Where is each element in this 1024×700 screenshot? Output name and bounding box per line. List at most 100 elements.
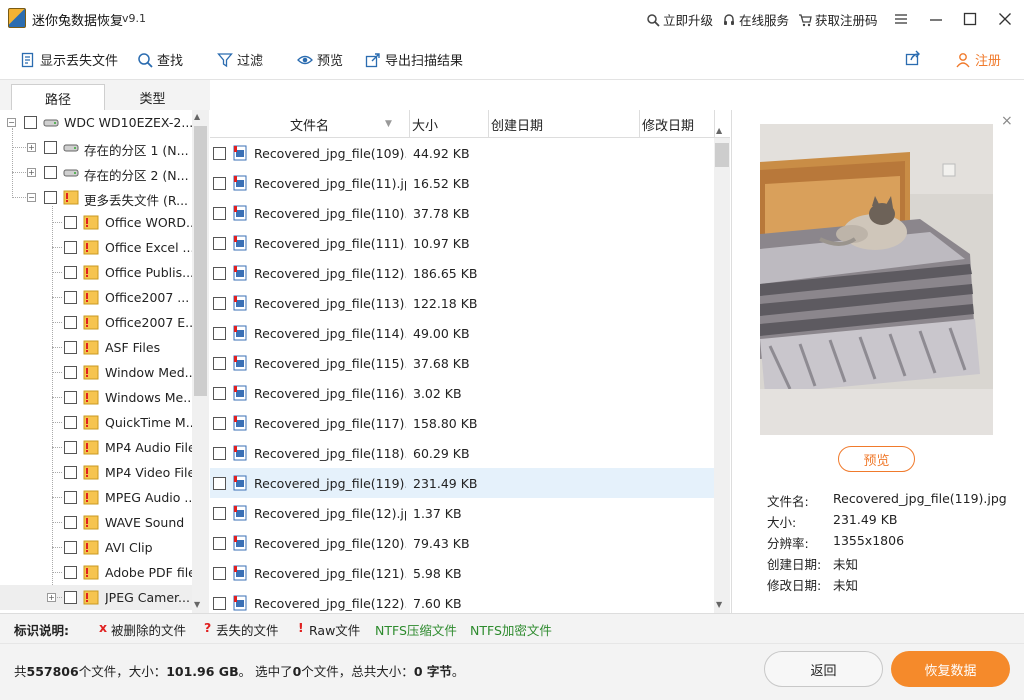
preview-button[interactable]: 预览 [838, 446, 915, 472]
file-row[interactable]: Recovered_jpg_file(111).jpg 10.97 KB [210, 228, 714, 258]
recover-data-button[interactable]: 恢复数据 [891, 651, 1010, 687]
file-checkbox[interactable] [213, 357, 226, 370]
tree-checkbox[interactable] [64, 241, 77, 254]
file-row[interactable]: Recovered_jpg_file(116).j... 3.02 KB [210, 378, 714, 408]
file-checkbox[interactable] [213, 147, 226, 160]
tree-checkbox[interactable] [64, 416, 77, 429]
file-row[interactable]: Recovered_jpg_file(118).j... 60.29 KB [210, 438, 714, 468]
tree-item-file-type[interactable]: MP4 Video File [0, 460, 192, 485]
tree-item-file-type[interactable]: Window Med... [0, 360, 192, 385]
column-header-size[interactable]: 大小 [410, 110, 489, 138]
tree-checkbox[interactable] [64, 491, 77, 504]
tree-checkbox[interactable] [64, 291, 77, 304]
tree-checkbox[interactable] [64, 566, 77, 579]
tree-checkbox[interactable] [44, 166, 57, 179]
tree-checkbox[interactable] [64, 516, 77, 529]
file-checkbox[interactable] [213, 387, 226, 400]
close-button[interactable] [992, 6, 1018, 32]
tree-checkbox[interactable] [44, 191, 57, 204]
tree-checkbox[interactable] [64, 541, 77, 554]
tree-item-file-type[interactable]: + JPEG Camer... [0, 585, 192, 610]
tree-item-more-lost-files[interactable]: − 更多丢失文件 (R... [0, 185, 192, 210]
file-row[interactable]: Recovered_jpg_file(120).... 79.43 KB [210, 528, 714, 558]
file-row[interactable]: Recovered_jpg_file(119).j... 231.49 KB [210, 468, 714, 498]
file-checkbox[interactable] [213, 177, 226, 190]
tree-item-file-type[interactable]: Office2007 E... [0, 310, 192, 335]
file-row[interactable]: Recovered_jpg_file(113).j... 122.18 KB [210, 288, 714, 318]
file-row[interactable]: Recovered_jpg_file(121).... 5.98 KB [210, 558, 714, 588]
file-row[interactable]: Recovered_jpg_file(115).j... 37.68 KB [210, 348, 714, 378]
minimize-button[interactable] [923, 6, 949, 32]
tree-checkbox[interactable] [64, 441, 77, 454]
tab-type[interactable]: 类型 [105, 84, 200, 111]
file-checkbox[interactable] [213, 237, 226, 250]
tree-item-root[interactable]: − WDC WD10EZEX-2... [0, 110, 192, 135]
file-checkbox[interactable] [213, 447, 226, 460]
tree-checkbox[interactable] [24, 116, 37, 129]
expand-icon[interactable]: + [47, 593, 56, 602]
maximize-button[interactable] [957, 6, 983, 32]
file-checkbox[interactable] [213, 477, 226, 490]
tree-item-file-type[interactable]: Office Excel ... [0, 235, 192, 260]
tree-item-file-type[interactable]: Office WORD... [0, 210, 192, 235]
tree-scroll-thumb[interactable] [194, 126, 207, 396]
tree-item-file-type[interactable]: Office Publis... [0, 260, 192, 285]
list-scrollbar[interactable] [714, 138, 730, 613]
tree-item-file-type[interactable]: ASF Files [0, 335, 192, 360]
tree-item-file-type[interactable]: MPEG Audio ... [0, 485, 192, 510]
tree-item-file-type[interactable]: Adobe PDF file [0, 560, 192, 585]
file-checkbox[interactable] [213, 297, 226, 310]
file-checkbox[interactable] [213, 327, 226, 340]
tree-item-file-type[interactable]: AVI Clip [0, 535, 192, 560]
column-header-created[interactable]: 创建日期 [489, 110, 640, 138]
tree-item-file-type[interactable]: MP4 Audio File [0, 435, 192, 460]
preview-toolbar-button[interactable]: 预览 [297, 50, 343, 69]
file-row[interactable]: Recovered_jpg_file(109).... 44.92 KB [210, 138, 714, 168]
menu-button[interactable] [888, 6, 914, 32]
tree-checkbox[interactable] [64, 341, 77, 354]
scroll-up-arrow-icon[interactable]: ▲ [194, 112, 200, 121]
file-row[interactable]: Recovered_jpg_file(110).j... 37.78 KB [210, 198, 714, 228]
file-row[interactable]: Recovered_jpg_file(114).j... 49.00 KB [210, 318, 714, 348]
share-button[interactable] [905, 50, 921, 66]
back-button[interactable]: 返回 [764, 651, 883, 687]
close-preview-icon[interactable]: × [1001, 113, 1013, 129]
tree-item-file-type[interactable]: Windows Me... [0, 385, 192, 410]
scroll-down-arrow-icon[interactable]: ▼ [194, 600, 200, 609]
file-row[interactable]: Recovered_jpg_file(112).j... 186.65 KB [210, 258, 714, 288]
tree-checkbox[interactable] [64, 366, 77, 379]
file-checkbox[interactable] [213, 537, 226, 550]
tree-item-file-type[interactable]: QuickTime M... [0, 410, 192, 435]
file-row[interactable]: Recovered_jpg_file(117).j... 158.80 KB [210, 408, 714, 438]
file-checkbox[interactable] [213, 267, 226, 280]
tab-path[interactable]: 路径 [11, 84, 105, 111]
tree-item-file-type[interactable]: WAVE Sound [0, 510, 192, 535]
file-row[interactable]: Recovered_jpg_file(122).... 7.60 KB [210, 588, 714, 613]
tree-checkbox[interactable] [64, 466, 77, 479]
get-regcode-link[interactable]: 获取注册码 [798, 10, 878, 29]
scroll-down-arrow-icon[interactable]: ▼ [716, 600, 722, 609]
tree-checkbox[interactable] [64, 316, 77, 329]
file-row[interactable]: Recovered_jpg_file(11).jpg 16.52 KB [210, 168, 714, 198]
tree-item-partition-1[interactable]: + 存在的分区 1 (N... [0, 135, 192, 160]
expand-icon[interactable]: + [27, 143, 36, 152]
tree-item-file-type[interactable]: Office2007 ... [0, 285, 192, 310]
column-header-name[interactable]: 文件名 ▼ [210, 110, 410, 138]
expand-icon[interactable]: + [27, 168, 36, 177]
collapse-icon[interactable]: − [7, 118, 16, 127]
show-lost-files-button[interactable]: 显示丢失文件 [20, 50, 118, 69]
file-checkbox[interactable] [213, 507, 226, 520]
export-results-button[interactable]: 导出扫描结果 [365, 50, 463, 69]
file-checkbox[interactable] [213, 567, 226, 580]
tree-checkbox[interactable] [64, 391, 77, 404]
tree-item-partition-2[interactable]: + 存在的分区 2 (N... [0, 160, 192, 185]
register-button[interactable]: 注册 [955, 50, 1001, 69]
tree-checkbox[interactable] [64, 591, 77, 604]
file-checkbox[interactable] [213, 597, 226, 610]
list-scroll-thumb[interactable] [715, 143, 729, 167]
scroll-up-arrow-icon[interactable]: ▲ [716, 126, 722, 135]
tree-checkbox[interactable] [44, 141, 57, 154]
collapse-icon[interactable]: − [27, 193, 36, 202]
file-checkbox[interactable] [213, 417, 226, 430]
filter-button[interactable]: 过滤 [217, 50, 263, 69]
